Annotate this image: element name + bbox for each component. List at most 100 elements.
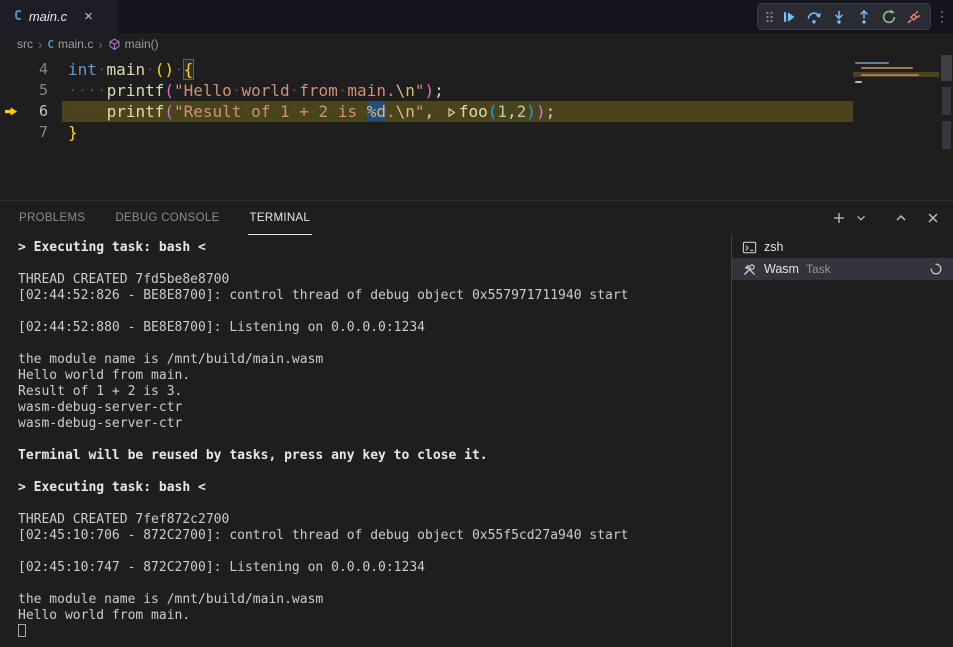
code-line-content[interactable]: int·main·()·{: [62, 59, 853, 80]
terminal-line: [18, 544, 731, 560]
panel-tab-terminal[interactable]: TERMINAL: [248, 201, 313, 235]
whitespace-dot: ·: [309, 102, 319, 121]
terminal-line: THREAD CREATED 7fef872c2700: [18, 512, 731, 528]
terminal-line: wasm-debug-server-ctr: [18, 416, 731, 432]
code-token: \n: [396, 102, 415, 121]
breadcrumb-item-src[interactable]: src: [17, 37, 33, 51]
close-panel-button[interactable]: [923, 208, 943, 228]
terminal-icon: [742, 240, 757, 255]
code-token: "Result·of·1·+·2·is·: [174, 102, 367, 121]
code-editor[interactable]: 4int·main·()·{5 ····printf("Hello·world·f…: [0, 55, 953, 200]
terminal-line: > Executing task: bash <: [18, 240, 731, 256]
tools-icon: [742, 262, 757, 277]
whitespace-dot: ·: [87, 81, 97, 100]
breakpoint-gutter[interactable]: [0, 122, 22, 143]
whitespace-dot: ·: [270, 102, 280, 121]
whitespace-dot: ·: [68, 102, 78, 121]
code-token: ": [415, 102, 425, 121]
terminal-item-label: zsh: [764, 240, 783, 254]
code-line-content[interactable]: ····printf("Hello·world·from·main.\n");: [62, 80, 853, 101]
code-token: ····: [68, 81, 107, 100]
whitespace-dot: ·: [97, 81, 107, 100]
breakpoint-gutter[interactable]: [0, 59, 22, 80]
overview-ruler-mark: [942, 87, 951, 115]
terminal-line: wasm-debug-server-ctr: [18, 400, 731, 416]
disconnect-button[interactable]: [903, 6, 925, 28]
terminal-list-item-wasm[interactable]: WasmTask: [732, 258, 953, 280]
breadcrumb-label: main.c: [58, 37, 93, 51]
step-over-button[interactable]: [803, 6, 825, 28]
maximize-panel-button[interactable]: [891, 208, 911, 228]
code-token: main: [107, 60, 146, 79]
code-token: ····: [68, 102, 107, 121]
editor-tab-main-c[interactable]: C main.c ×: [0, 0, 118, 33]
new-terminal-button[interactable]: [829, 208, 849, 228]
more-actions-icon[interactable]: ⋮: [935, 8, 949, 25]
c-file-icon: C: [14, 9, 22, 24]
breadcrumb-item-main[interactable]: main(): [108, 37, 159, 51]
terminal-line: [02:44:52:880 - BE8E8700]: Listening on …: [18, 320, 731, 336]
tab-close-icon[interactable]: ×: [84, 9, 93, 24]
terminal-line: [18, 464, 731, 480]
code-line-6: 6····printf("Result·of·1·+·2·is·%d.\n",·…: [0, 101, 853, 122]
code-line-content[interactable]: }: [62, 122, 853, 143]
breadcrumb-item-main-c[interactable]: Cmain.c: [47, 37, 93, 51]
terminal-line: THREAD CREATED 7fd5be8e8700: [18, 272, 731, 288]
code-token: ·: [145, 60, 155, 79]
terminal-list-item-zsh[interactable]: zsh: [732, 236, 953, 258]
code-token: (): [155, 60, 174, 79]
code-line-5: 5 ····printf("Hello·world·from·main.\n");: [0, 80, 853, 101]
terminal-output[interactable]: > Executing task: bash < THREAD CREATED 7…: [0, 235, 731, 647]
step-out-button[interactable]: [853, 6, 875, 28]
breadcrumb-separator-icon: ›: [98, 37, 102, 52]
panel-tab-debug-console[interactable]: DEBUG CONSOLE: [113, 201, 221, 235]
breakpoint-gutter[interactable]: [0, 80, 22, 101]
whitespace-dot: ·: [97, 60, 107, 79]
breadcrumb: src›Cmain.c›main(): [0, 33, 953, 55]
minimap-line: [855, 62, 889, 64]
restart-button[interactable]: [878, 6, 900, 28]
code-token: ): [536, 102, 546, 121]
terminal-profile-dropdown-button[interactable]: [851, 208, 871, 228]
code-token: }: [68, 123, 78, 142]
inline-run-icon[interactable]: [445, 103, 458, 124]
terminal-line: Hello world from main.: [18, 368, 731, 384]
step-into-button[interactable]: [828, 6, 850, 28]
terminal-line: [18, 304, 731, 320]
drag-handle-icon[interactable]: [763, 6, 775, 28]
minimap[interactable]: [853, 60, 939, 88]
line-number: 5: [22, 80, 48, 101]
whitespace-dot: ·: [241, 102, 251, 121]
code-token: ·: [174, 60, 184, 79]
tab-label: main.c: [29, 9, 67, 24]
scrollbar-thumb[interactable]: [941, 55, 952, 81]
debug-current-line-arrow-icon[interactable]: [0, 101, 22, 122]
whitespace-dot: ·: [434, 102, 444, 121]
terminal-item-label: Wasm: [764, 262, 799, 276]
terminal-line: [18, 624, 731, 640]
terminal-line: [18, 576, 731, 592]
code-line-7: 7}: [0, 122, 853, 143]
whitespace-dot: ·: [290, 102, 300, 121]
terminal-line: [02:45:10:706 - 872C2700]: control threa…: [18, 528, 731, 544]
code-line-4: 4int·main·()·{: [0, 59, 853, 80]
code-token: ,: [425, 102, 435, 121]
terminal-line: [18, 432, 731, 448]
code-token: (: [164, 102, 174, 121]
continue-button[interactable]: [778, 6, 800, 28]
whitespace-dot: ·: [97, 102, 107, 121]
terminal-line: [18, 496, 731, 512]
tab-bar: C main.c × ⋮: [0, 0, 953, 33]
panel-tab-problems[interactable]: PROBLEMS: [17, 201, 87, 235]
minimap-line: [855, 81, 862, 83]
c-file-icon: C: [47, 38, 54, 51]
bottom-panel: PROBLEMS DEBUG CONSOLE TERMINAL > Executin…: [0, 200, 953, 647]
code-line-content[interactable]: ····printf("Result·of·1·+·2·is·%d.\n",·f…: [62, 101, 853, 122]
whitespace-dot: ·: [174, 60, 184, 79]
terminal-line: [18, 256, 731, 272]
breadcrumb-label: main(): [125, 37, 159, 51]
code-token: ·: [434, 102, 444, 121]
whitespace-dot: ·: [357, 102, 367, 121]
editor-scrollbar[interactable]: [940, 55, 953, 200]
code-token: 1: [497, 102, 507, 121]
